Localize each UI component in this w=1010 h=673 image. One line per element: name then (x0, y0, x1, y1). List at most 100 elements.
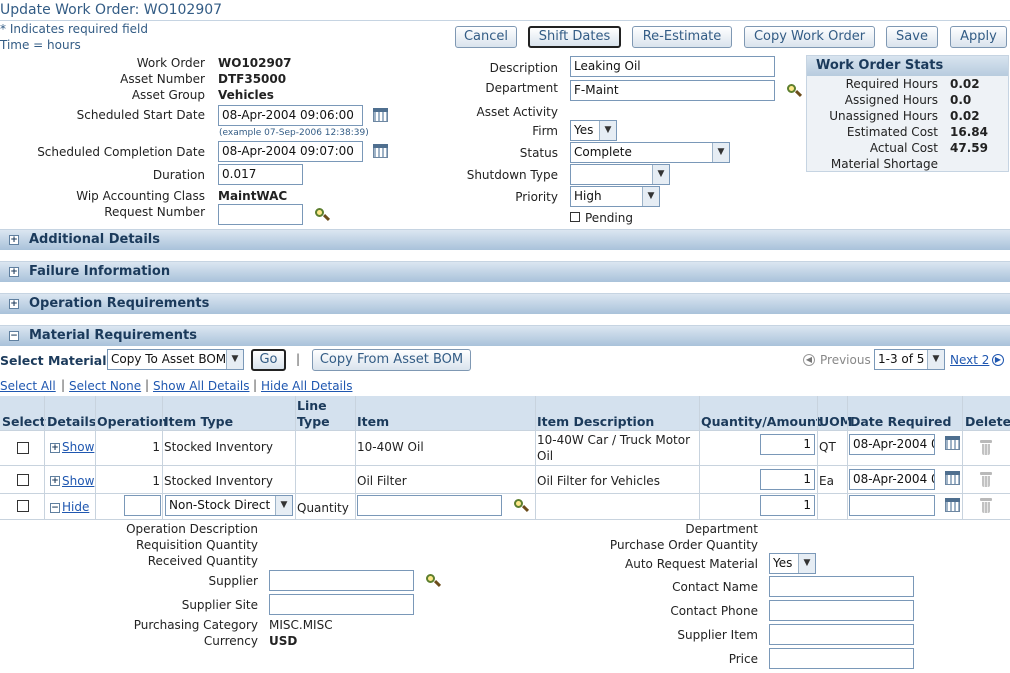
supplier-site-input[interactable] (269, 594, 414, 615)
operation-input[interactable] (124, 495, 161, 516)
date-required-input[interactable]: 08-Apr-2004 0 (849, 434, 935, 455)
calendar-icon[interactable] (373, 144, 388, 158)
department-input[interactable]: F-Maint (570, 80, 775, 101)
price-input[interactable] (769, 648, 914, 669)
toolbar-separator: | (296, 352, 301, 366)
quantity-input[interactable]: 1 (760, 495, 815, 516)
date-required-input[interactable] (849, 495, 935, 516)
material-shortage-label: Material Shortage (830, 157, 938, 171)
contact-name-label: Contact Name (672, 580, 758, 594)
duration-input[interactable]: 0.017 (218, 164, 303, 185)
cancel-button[interactable]: Cancel (455, 26, 517, 48)
next-link[interactable]: Next 2 (950, 353, 989, 367)
shift-dates-button[interactable]: Shift Dates (528, 26, 621, 48)
priority-select[interactable]: High ▼ (570, 186, 660, 207)
date-required-input[interactable]: 08-Apr-2004 0 (849, 469, 935, 490)
scheduled-start-input[interactable]: 08-Apr-2004 09:06:00 (218, 105, 363, 126)
col-divider (535, 396, 536, 519)
pending-label: Pending (585, 211, 633, 225)
asset-number-label: Asset Number (120, 72, 205, 86)
asset-group-label: Asset Group (131, 88, 205, 102)
collapse-icon[interactable]: − (50, 503, 60, 513)
section-failure-information[interactable]: + Failure Information (0, 261, 1010, 282)
item-type-cell: Stocked Inventory (164, 474, 273, 488)
delete-icon[interactable] (980, 440, 992, 455)
collapse-icon[interactable]: − (9, 331, 19, 341)
show-details-link[interactable]: Show (62, 440, 94, 454)
section-operation-requirements[interactable]: + Operation Requirements (0, 293, 1010, 314)
select-material-dropdown[interactable]: Copy To Asset BOM ▼ (107, 349, 244, 370)
hide-all-details-link[interactable]: Hide All Details (261, 379, 352, 393)
scheduled-completion-input[interactable]: 08-Apr-2004 09:07:00 (218, 141, 363, 162)
search-icon[interactable] (314, 207, 331, 223)
expand-icon[interactable]: + (9, 299, 19, 309)
description-input[interactable]: Leaking Oil (570, 56, 775, 77)
supplier-item-input[interactable] (769, 624, 914, 645)
page-range-value: 1-3 of 5 (878, 352, 925, 366)
duration-label: Duration (152, 168, 205, 182)
re-estimate-button[interactable]: Re-Estimate (632, 26, 732, 48)
pending-checkbox[interactable] (570, 212, 580, 222)
calendar-icon[interactable] (945, 471, 960, 485)
row-divider (0, 465, 1010, 466)
copy-from-asset-bom-button[interactable]: Copy From Asset BOM (312, 349, 471, 371)
col-date-required: Date Required (850, 414, 952, 429)
item-input[interactable] (357, 495, 502, 516)
supplier-input[interactable] (269, 570, 414, 591)
previous-link[interactable]: Previous (820, 353, 871, 367)
calendar-icon[interactable] (945, 498, 960, 512)
search-icon[interactable] (786, 83, 803, 99)
show-details-link[interactable]: Show (62, 474, 94, 488)
col-divider (355, 396, 356, 519)
row-select-checkbox[interactable] (17, 500, 29, 512)
calendar-icon[interactable] (373, 108, 388, 122)
link-separator: | (253, 378, 258, 392)
request-number-input[interactable] (218, 204, 303, 225)
copy-work-order-button[interactable]: Copy Work Order (744, 26, 875, 48)
status-select[interactable]: Complete ▼ (570, 142, 730, 163)
request-number-label: Request Number (104, 205, 205, 219)
price-label: Price (728, 652, 758, 666)
select-all-link[interactable]: Select All (0, 379, 56, 393)
section-additional-details[interactable]: + Additional Details (0, 229, 1010, 250)
hide-details-link[interactable]: Hide (62, 500, 89, 514)
expand-icon[interactable]: + (9, 267, 19, 277)
contact-name-input[interactable] (769, 576, 914, 597)
firm-select[interactable]: Yes ▼ (570, 120, 617, 141)
search-icon[interactable] (513, 498, 530, 514)
auto-request-material-select[interactable]: Yes ▼ (769, 553, 816, 574)
unassigned-hours-value: 0.02 (950, 109, 980, 123)
item-type-select[interactable]: Non-Stock Direct ▼ (165, 495, 293, 516)
delete-icon[interactable] (980, 472, 992, 487)
show-all-details-link[interactable]: Show All Details (153, 379, 250, 393)
page-range-select[interactable]: 1-3 of 5 ▼ (874, 349, 945, 370)
quantity-input[interactable]: 1 (760, 434, 815, 455)
col-delete: Delete (965, 414, 1010, 429)
search-icon[interactable] (425, 573, 442, 589)
section-material-requirements[interactable]: − Material Requirements (0, 325, 1010, 346)
next-icon[interactable]: ▶ (992, 354, 1004, 366)
expand-icon[interactable]: + (50, 443, 60, 453)
save-button[interactable]: Save (886, 26, 938, 48)
select-none-link[interactable]: Select None (69, 379, 141, 393)
work-order-label: Work Order (136, 56, 205, 70)
expand-icon[interactable]: + (9, 235, 19, 245)
chevron-down-icon: ▼ (642, 187, 659, 206)
delete-icon[interactable] (980, 498, 992, 513)
detail-department-label: Department (685, 522, 758, 536)
row-select-checkbox[interactable] (17, 442, 29, 454)
calendar-icon[interactable] (945, 436, 960, 450)
row-select-checkbox[interactable] (17, 474, 29, 486)
received-quantity-label: Received Quantity (147, 554, 258, 568)
expand-icon[interactable]: + (50, 476, 60, 486)
section-title: Additional Details (29, 232, 160, 247)
go-button[interactable]: Go (251, 349, 286, 371)
purchasing-category-label: Purchasing Category (133, 618, 258, 632)
item-description-cell: Oil (537, 449, 554, 463)
quantity-input[interactable]: 1 (760, 469, 815, 490)
apply-button[interactable]: Apply (950, 26, 1007, 48)
col-item: Item (357, 414, 390, 429)
asset-number-value: DTF35000 (218, 72, 287, 86)
shutdown-type-select[interactable]: ▼ (570, 164, 670, 185)
contact-phone-input[interactable] (769, 600, 914, 621)
